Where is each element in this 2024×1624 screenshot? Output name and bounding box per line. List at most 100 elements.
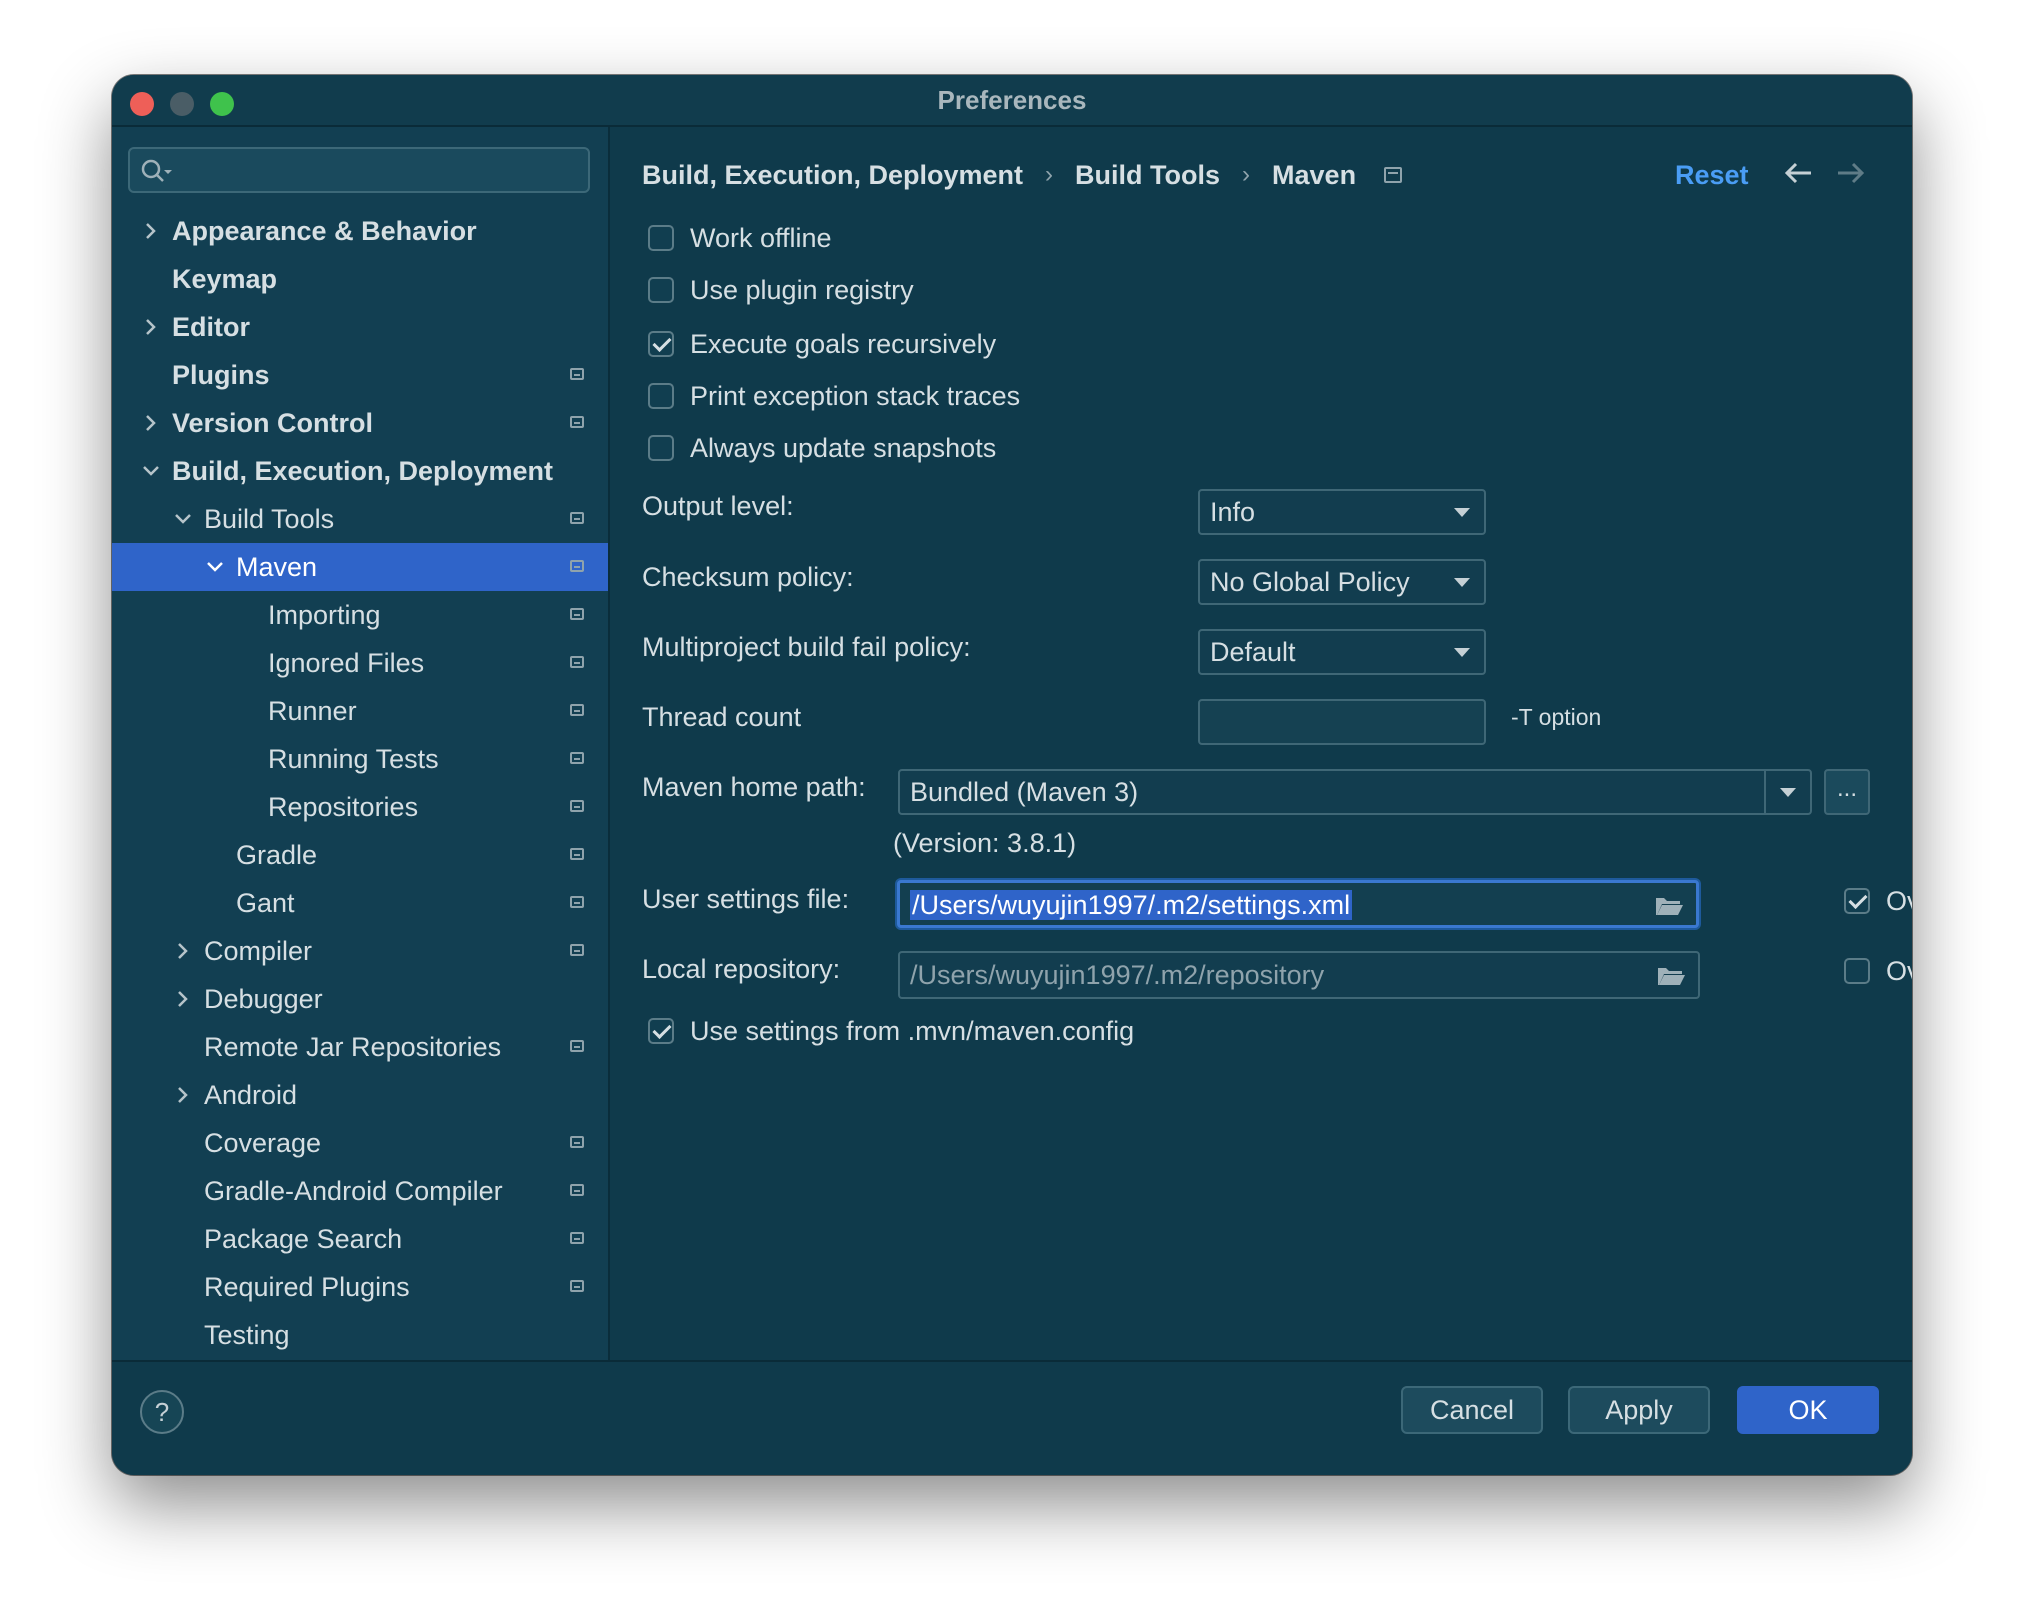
cancel-button[interactable]: Cancel bbox=[1401, 1386, 1543, 1434]
chevron-right-icon[interactable] bbox=[172, 940, 194, 962]
local-repository-input[interactable]: /Users/wuyujin1997/.m2/repository bbox=[898, 951, 1700, 999]
project-scope-icon bbox=[570, 1280, 584, 1292]
user-settings-override-row[interactable]: Override bbox=[1844, 883, 1912, 919]
sidebar-item-label: Gradle-Android Compiler bbox=[204, 1176, 503, 1206]
project-scope-icon bbox=[570, 560, 584, 572]
sidebar-item-version-control[interactable]: Version Control bbox=[112, 399, 608, 447]
chevron-right-icon[interactable] bbox=[172, 1084, 194, 1106]
sidebar-item-runner[interactable]: Runner bbox=[112, 687, 608, 735]
local-repository-override-checkbox[interactable] bbox=[1844, 958, 1870, 984]
forward-arrow-icon[interactable] bbox=[1836, 161, 1866, 185]
sidebar-item-plugins[interactable]: Plugins bbox=[112, 351, 608, 399]
sidebar-item-editor[interactable]: Editor bbox=[112, 303, 608, 351]
project-scope-icon bbox=[570, 368, 584, 380]
sidebar-item-label: Remote Jar Repositories bbox=[204, 1032, 502, 1062]
sidebar-item-repositories[interactable]: Repositories bbox=[112, 783, 608, 831]
sidebar-item-gant[interactable]: Gant bbox=[112, 879, 608, 927]
use-plugin-registry-label: Use plugin registry bbox=[690, 274, 914, 305]
chevron-right-icon[interactable] bbox=[172, 988, 194, 1010]
project-scope-icon bbox=[570, 752, 584, 764]
reset-link[interactable]: Reset bbox=[1675, 155, 1749, 195]
thread-count-input[interactable] bbox=[1198, 699, 1486, 745]
sidebar-item-label: Repositories bbox=[268, 792, 419, 822]
use-mvn-config-checkbox[interactable] bbox=[648, 1018, 674, 1044]
sidebar-item-testing[interactable]: Testing bbox=[112, 1311, 608, 1359]
project-scope-icon bbox=[570, 512, 584, 524]
sidebar-item-label: Package Search bbox=[204, 1224, 403, 1254]
chevron-down-icon[interactable] bbox=[204, 556, 226, 578]
sidebar-item-debugger[interactable]: Debugger bbox=[112, 975, 608, 1023]
sidebar-item-package-search[interactable]: Package Search bbox=[112, 1215, 608, 1263]
sidebar-item-build-tools[interactable]: Build Tools bbox=[112, 495, 608, 543]
help-button[interactable]: ? bbox=[140, 1390, 184, 1434]
work-offline-checkbox-row[interactable]: Work offline bbox=[648, 220, 832, 256]
sidebar-item-running-tests[interactable]: Running Tests bbox=[112, 735, 608, 783]
maven-home-path-combo[interactable]: Bundled (Maven 3) bbox=[898, 769, 1812, 815]
minimize-window-button[interactable] bbox=[170, 92, 194, 116]
sidebar-item-label: Runner bbox=[268, 696, 357, 726]
chevron-down-icon[interactable] bbox=[140, 460, 162, 482]
sidebar-item-keymap[interactable]: Keymap bbox=[112, 255, 608, 303]
sidebar-item-label: Running Tests bbox=[268, 744, 439, 774]
maven-settings-panel: Build, Execution, Deployment › Build Too… bbox=[610, 127, 1912, 1360]
multiproject-fail-policy-select[interactable]: Default bbox=[1198, 629, 1486, 675]
sidebar-item-label: Gradle bbox=[236, 840, 318, 870]
user-settings-file-value: /Users/wuyujin1997/.m2/settings.xml bbox=[910, 890, 1353, 920]
chevron-down-icon bbox=[1454, 508, 1470, 517]
user-settings-file-input[interactable]: /Users/wuyujin1997/.m2/settings.xml bbox=[897, 880, 1699, 928]
chevron-right-icon[interactable] bbox=[140, 316, 162, 338]
use-plugin-registry-checkbox-row[interactable]: Use plugin registry bbox=[648, 272, 914, 308]
user-settings-override-checkbox[interactable] bbox=[1844, 888, 1870, 914]
sidebar-item-android[interactable]: Android bbox=[112, 1071, 608, 1119]
thread-count-hint: -T option bbox=[1511, 704, 1602, 730]
work-offline-checkbox[interactable] bbox=[648, 225, 674, 251]
sidebar-item-compiler[interactable]: Compiler bbox=[112, 927, 608, 975]
ok-button[interactable]: OK bbox=[1737, 1386, 1879, 1434]
maximize-window-button[interactable] bbox=[210, 92, 234, 116]
apply-button[interactable]: Apply bbox=[1568, 1386, 1710, 1434]
breadcrumb-item-build-execution-deployment[interactable]: Build, Execution, Deployment bbox=[642, 160, 1023, 191]
folder-open-icon[interactable] bbox=[1654, 895, 1684, 917]
print-exception-stack-traces-checkbox[interactable] bbox=[648, 383, 674, 409]
chevron-down-icon[interactable] bbox=[172, 508, 194, 530]
browse-maven-home-button[interactable]: ... bbox=[1824, 769, 1870, 815]
print-exception-stack-traces-checkbox-row[interactable]: Print exception stack traces bbox=[648, 378, 1020, 414]
breadcrumb-item-build-tools[interactable]: Build Tools bbox=[1075, 160, 1220, 191]
folder-open-icon[interactable] bbox=[1656, 965, 1686, 987]
multiproject-fail-policy-value: Default bbox=[1210, 637, 1296, 667]
chevron-down-icon bbox=[1454, 578, 1470, 587]
checksum-policy-select[interactable]: No Global Policy bbox=[1198, 559, 1486, 605]
use-mvn-config-label: Use settings from .mvn/maven.config bbox=[690, 1015, 1135, 1046]
title-bar[interactable]: Preferences bbox=[112, 75, 1912, 127]
sidebar-item-gradle[interactable]: Gradle bbox=[112, 831, 608, 879]
sidebar-item-label: Maven bbox=[236, 552, 318, 582]
execute-goals-recursively-checkbox-row[interactable]: Execute goals recursively bbox=[648, 326, 996, 362]
close-window-button[interactable] bbox=[130, 92, 154, 116]
sidebar-item-build-execution-deployment[interactable]: Build, Execution, Deployment bbox=[112, 447, 608, 495]
output-level-select[interactable]: Info bbox=[1198, 489, 1486, 535]
sidebar-item-required-plugins[interactable]: Required Plugins bbox=[112, 1263, 608, 1311]
sidebar-item-label: Compiler bbox=[204, 936, 313, 966]
print-exception-stack-traces-label: Print exception stack traces bbox=[690, 380, 1021, 411]
sidebar-item-appearance-behavior[interactable]: Appearance & Behavior bbox=[112, 207, 608, 255]
sidebar-item-importing[interactable]: Importing bbox=[112, 591, 608, 639]
chevron-right-icon[interactable] bbox=[140, 220, 162, 242]
always-update-snapshots-checkbox[interactable] bbox=[648, 435, 674, 461]
back-arrow-icon[interactable] bbox=[1783, 161, 1813, 185]
sidebar-item-remote-jar-repositories[interactable]: Remote Jar Repositories bbox=[112, 1023, 608, 1071]
sidebar-item-gradle-android-compiler[interactable]: Gradle-Android Compiler bbox=[112, 1167, 608, 1215]
chevron-down-icon[interactable] bbox=[1780, 788, 1796, 797]
local-repository-override-row[interactable]: Override bbox=[1844, 953, 1912, 989]
sidebar-item-label: Debugger bbox=[204, 984, 323, 1014]
checksum-policy-label: Checksum policy: bbox=[642, 562, 854, 592]
sidebar-item-coverage[interactable]: Coverage bbox=[112, 1119, 608, 1167]
sidebar-item-maven[interactable]: Maven bbox=[112, 543, 608, 591]
settings-search-input[interactable] bbox=[128, 147, 590, 193]
use-mvn-config-checkbox-row[interactable]: Use settings from .mvn/maven.config bbox=[648, 1013, 1134, 1049]
use-plugin-registry-checkbox[interactable] bbox=[648, 277, 674, 303]
sidebar-item-ignored-files[interactable]: Ignored Files bbox=[112, 639, 608, 687]
chevron-right-icon[interactable] bbox=[140, 412, 162, 434]
always-update-snapshots-checkbox-row[interactable]: Always update snapshots bbox=[648, 430, 996, 466]
local-repository-override-label: Override bbox=[1886, 955, 1912, 986]
execute-goals-recursively-checkbox[interactable] bbox=[648, 331, 674, 357]
